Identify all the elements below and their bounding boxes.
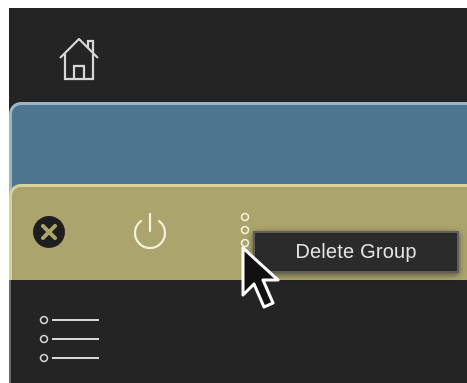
power-icon: [133, 212, 167, 250]
close-circle-icon: [33, 216, 65, 248]
mouse-cursor-icon: [241, 246, 280, 309]
app-window: Delete Group: [9, 8, 467, 383]
list-button[interactable]: [39, 312, 103, 366]
delete-group-menu-item[interactable]: Delete Group: [295, 241, 416, 264]
vertical-dots-icon: [240, 212, 250, 248]
home-icon: [59, 37, 99, 81]
close-group-button[interactable]: [32, 215, 66, 249]
power-button[interactable]: [130, 211, 170, 253]
home-button[interactable]: [51, 30, 107, 86]
list-icon: [39, 315, 99, 363]
more-options-button[interactable]: [238, 210, 252, 250]
